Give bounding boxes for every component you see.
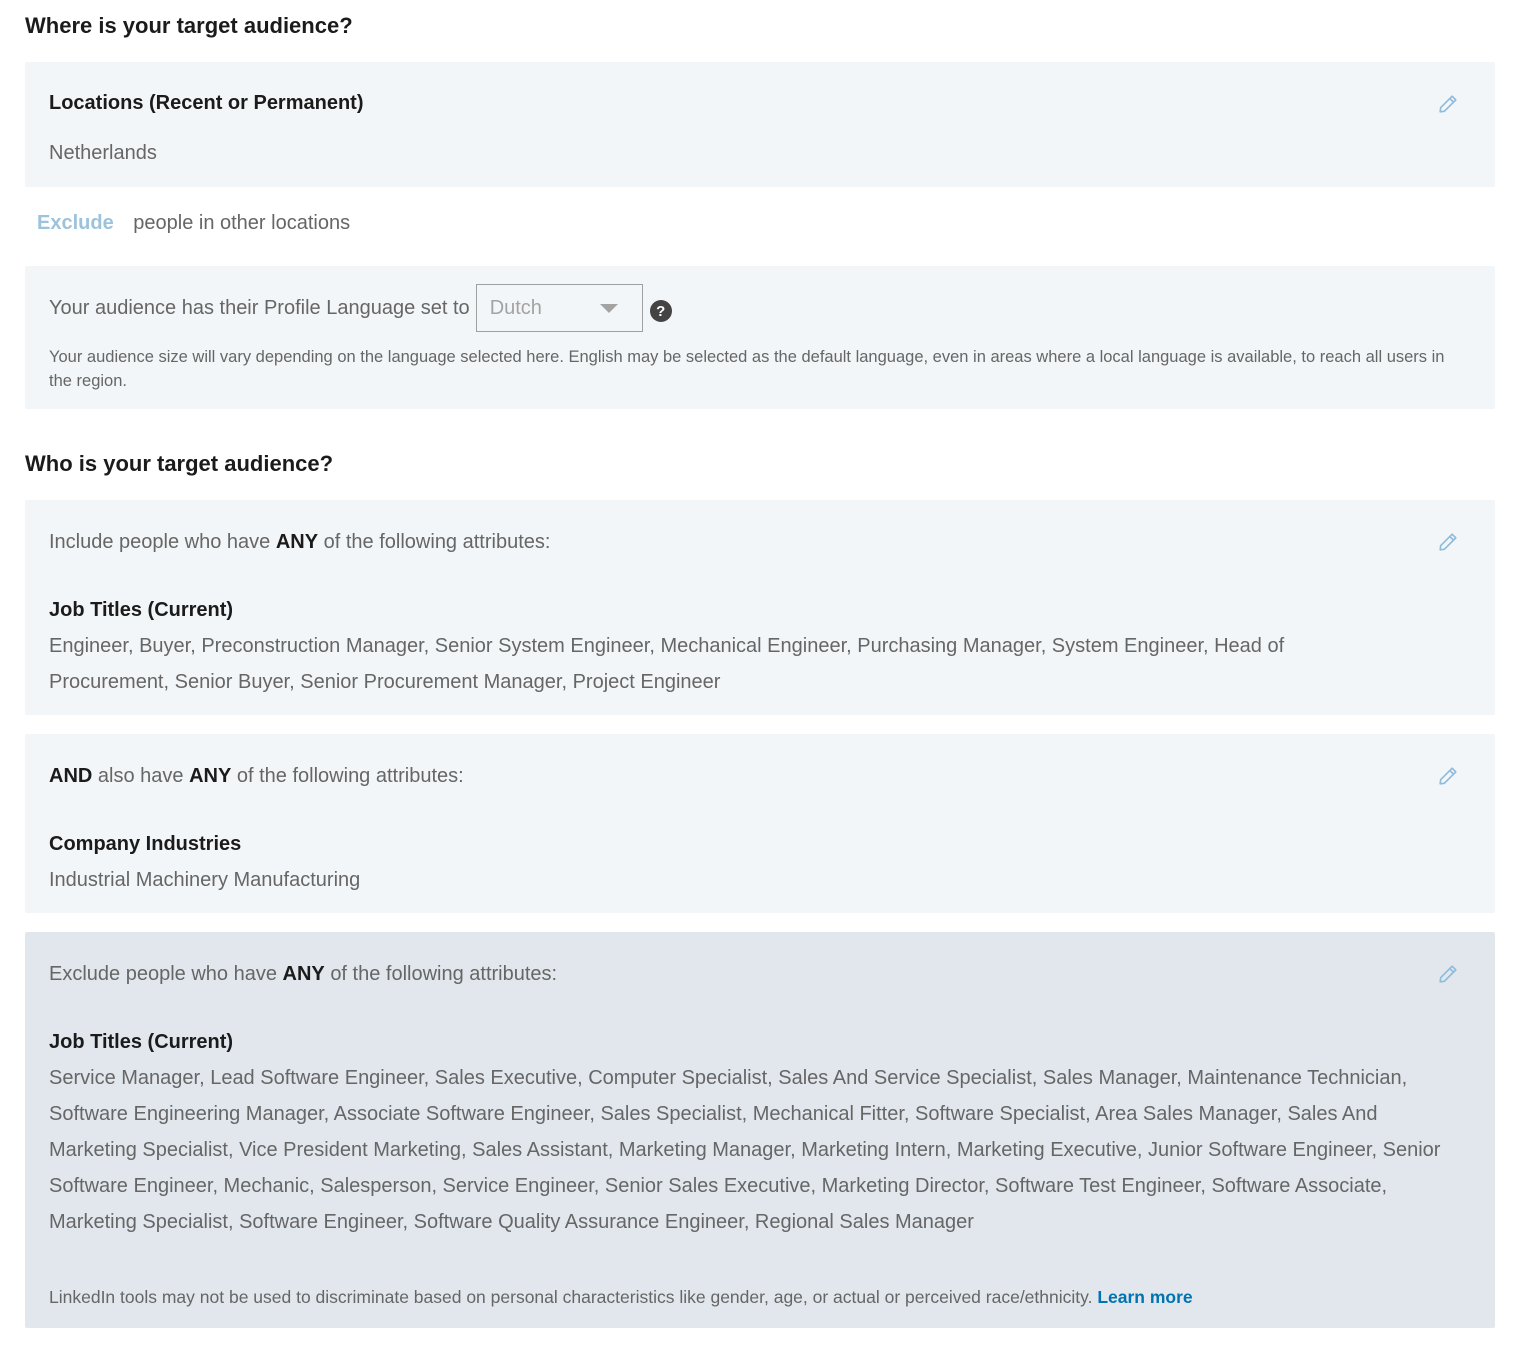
edit-exclude-button[interactable] bbox=[1435, 961, 1461, 987]
edit-and-also-button[interactable] bbox=[1435, 763, 1461, 789]
exclude-any: ANY bbox=[282, 963, 325, 985]
who-heading: Who is your target audience? bbox=[25, 451, 334, 476]
language-panel: Your audience has their Profile Language… bbox=[25, 266, 1495, 409]
edit-include-button[interactable] bbox=[1435, 529, 1461, 555]
learn-more-link[interactable]: Learn more bbox=[1097, 1287, 1192, 1307]
include-prefix: Include people who have bbox=[49, 531, 271, 553]
and-suffix: of the following attributes: bbox=[236, 765, 464, 787]
where-heading: Where is your target audience? bbox=[25, 13, 353, 38]
exclude-rule: Exclude people who have ANY of the follo… bbox=[49, 963, 557, 986]
language-row: Your audience has their Profile Language… bbox=[49, 284, 672, 332]
exclude-values: Service Manager, Lead Software Engineer,… bbox=[49, 1067, 1441, 1233]
locations-panel: Locations (Recent or Permanent) Netherla… bbox=[25, 62, 1495, 187]
language-note: Your audience size will vary depending o… bbox=[49, 348, 1445, 390]
pencil-icon bbox=[1439, 965, 1457, 983]
and-any: ANY bbox=[189, 765, 232, 787]
exclude-prefix: Exclude people who have bbox=[49, 963, 277, 985]
include-facet: Job Titles (Current) bbox=[49, 599, 234, 621]
exclude-text: people in other locations bbox=[133, 212, 351, 234]
include-any: ANY bbox=[275, 531, 319, 553]
exclude-facet: Job Titles (Current) bbox=[49, 1031, 234, 1053]
include-rule: Include people who have ANY of the follo… bbox=[49, 531, 550, 554]
language-selected-value: Dutch bbox=[489, 296, 542, 319]
language-prompt: Your audience has their Profile Language… bbox=[49, 296, 470, 319]
caret-down-icon bbox=[599, 303, 618, 313]
include-suffix: of the following attributes: bbox=[323, 531, 551, 553]
exclude-locations-row: Exclude people in other locations bbox=[37, 212, 350, 235]
language-select[interactable]: Dutch bbox=[475, 284, 643, 332]
pencil-icon bbox=[1439, 767, 1457, 785]
exclude-suffix: of the following attributes: bbox=[330, 963, 558, 985]
locations-value: Netherlands bbox=[49, 142, 157, 164]
include-panel: Include people who have ANY of the follo… bbox=[25, 500, 1495, 715]
and-also-values: Industrial Machinery Manufacturing bbox=[49, 869, 361, 891]
disclaimer-text: LinkedIn tools may not be used to discri… bbox=[49, 1287, 1093, 1307]
locations-label: Locations (Recent or Permanent) bbox=[49, 92, 364, 114]
pencil-icon bbox=[1439, 533, 1457, 551]
and-keyword: AND bbox=[49, 765, 93, 787]
and-also-rule: AND also have ANY of the following attri… bbox=[49, 765, 464, 788]
exclude-panel: Exclude people who have ANY of the follo… bbox=[25, 932, 1495, 1328]
include-values: Engineer, Buyer, Preconstruction Manager… bbox=[49, 635, 1285, 693]
and-also-panel: AND also have ANY of the following attri… bbox=[25, 734, 1495, 913]
and-middle: also have bbox=[97, 765, 184, 787]
edit-locations-button[interactable] bbox=[1435, 91, 1461, 117]
question-circle-icon[interactable]: ? bbox=[649, 300, 672, 322]
exclude-link[interactable]: Exclude bbox=[37, 212, 114, 234]
disclaimer: LinkedIn tools may not be used to discri… bbox=[49, 1287, 1193, 1308]
and-also-facet: Company Industries bbox=[49, 833, 242, 855]
pencil-icon bbox=[1439, 95, 1457, 113]
